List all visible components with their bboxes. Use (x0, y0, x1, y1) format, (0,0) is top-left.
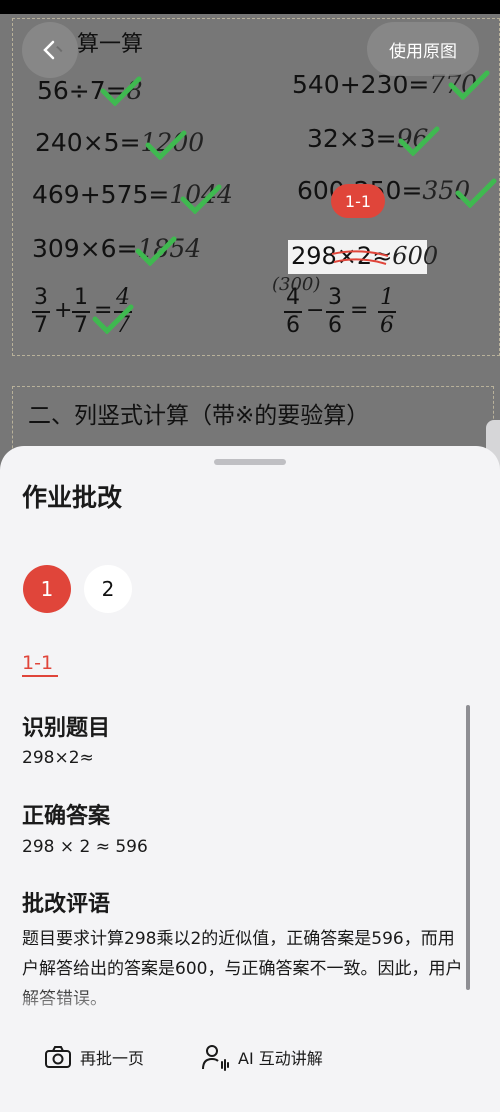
comment-heading: 批改评语 (22, 892, 111, 917)
sheet-drag-handle[interactable] (214, 459, 286, 465)
fraction-d: 36 (326, 285, 344, 338)
tab-2[interactable]: 2 (84, 565, 132, 613)
scrollbar[interactable] (466, 705, 470, 990)
check-icon (455, 178, 497, 208)
recheck-label: 再批一页 (80, 1049, 145, 1068)
scroll-fade (0, 985, 470, 1025)
fraction-c: 46 (284, 285, 302, 338)
fraction-eq-2: = (350, 298, 369, 323)
section2-title: 二、列竖式计算（带※的要验算） (28, 403, 370, 429)
check-icon (145, 130, 187, 160)
fraction-a: 37 (32, 285, 50, 338)
fraction-b: 17 (72, 285, 90, 338)
recognize-heading: 识别题目 (22, 716, 111, 741)
status-bar (0, 0, 500, 14)
check-icon (180, 184, 222, 214)
person-voice-icon (202, 1045, 229, 1071)
fraction-answer-2: 16 (378, 285, 396, 338)
answer-text: 298 × 2 ≈ 596 (22, 837, 148, 857)
recognize-text: 298×2≈ (22, 748, 94, 768)
check-icon (92, 304, 134, 334)
question-marker[interactable]: 1-1 (331, 184, 385, 218)
subtab-underline (22, 675, 58, 677)
tab-1[interactable]: 1 (23, 565, 71, 613)
chevron-left-icon (43, 40, 55, 60)
ai-explain-button[interactable]: AI 互动讲解 (200, 1040, 323, 1074)
sheet-title: 作业批改 (22, 483, 123, 512)
ai-explain-label: AI 互动讲解 (238, 1049, 323, 1068)
wrong-mark (331, 250, 389, 265)
check-icon (100, 76, 142, 106)
fraction-op-2: − (306, 298, 325, 323)
worksheet-photo: 、算一算 56÷7=8 540+230=770 240×5=1200 32×3=… (0, 14, 500, 484)
camera-icon (45, 1046, 71, 1068)
subtab-1-1[interactable]: 1-1 (22, 652, 53, 674)
check-icon (398, 126, 440, 156)
use-original-button[interactable]: 使用原图 (367, 22, 479, 76)
fraction-op: + (54, 298, 73, 323)
recheck-button[interactable]: 再批一页 (44, 1040, 144, 1074)
answer-heading: 正确答案 (22, 804, 111, 829)
check-icon (135, 236, 177, 266)
back-button[interactable] (22, 22, 78, 78)
